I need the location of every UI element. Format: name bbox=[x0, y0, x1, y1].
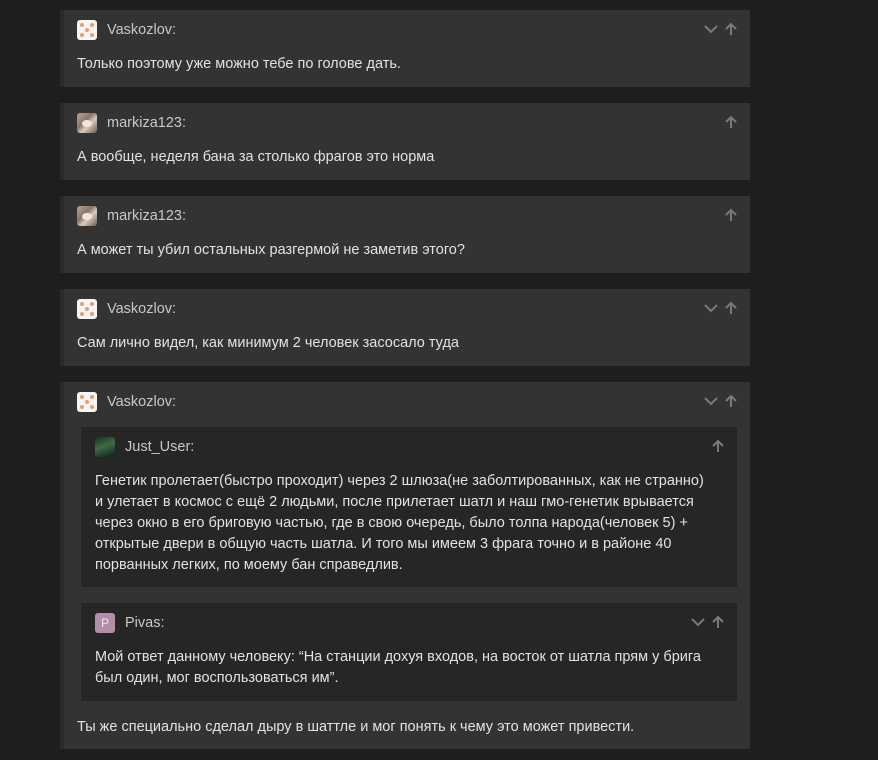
arrow-up-icon[interactable] bbox=[724, 301, 738, 315]
comment-actions bbox=[724, 115, 738, 129]
dots-avatar-icon[interactable] bbox=[77, 299, 97, 319]
dots-avatar-icon[interactable] bbox=[77, 20, 97, 40]
chevron-down-icon[interactable] bbox=[704, 394, 718, 408]
chevron-down-icon[interactable] bbox=[704, 22, 718, 36]
arrow-up-icon[interactable] bbox=[724, 115, 738, 129]
cat-avatar-icon[interactable] bbox=[77, 113, 97, 133]
comment-actions bbox=[704, 22, 738, 36]
comment-header: markiza123: bbox=[77, 113, 186, 133]
comment-actions bbox=[691, 615, 725, 629]
comment: markiza123: А вообще, неделя бана за сто… bbox=[60, 103, 750, 180]
comment-text: Мой ответ данному человеку: “На станции … bbox=[95, 647, 731, 689]
comment-header: Vaskozlov: bbox=[77, 20, 176, 40]
user-avatar-icon[interactable] bbox=[95, 437, 115, 457]
comment-author[interactable]: Pivas: bbox=[125, 615, 165, 631]
comment-actions bbox=[711, 439, 725, 453]
text-line: порванных легких, по моему бан справедли… bbox=[95, 557, 403, 573]
comment-header: markiza123: bbox=[77, 206, 186, 226]
cat-avatar-icon[interactable] bbox=[77, 206, 97, 226]
comment-text: Только поэтому уже можно тебе по голове … bbox=[77, 56, 401, 72]
comment-author[interactable]: markiza123: bbox=[107, 208, 186, 224]
comment-header: Vaskozlov: bbox=[77, 299, 176, 319]
arrow-up-icon[interactable] bbox=[711, 615, 725, 629]
comment: Vaskozlov: Сам лично видел, как минимум … bbox=[60, 289, 750, 366]
dots-avatar-icon[interactable] bbox=[77, 392, 97, 412]
comment-actions bbox=[704, 301, 738, 315]
comment-author[interactable]: Vaskozlov: bbox=[107, 394, 176, 410]
comment-author[interactable]: Just_User: bbox=[125, 439, 194, 455]
comment-text: Сам лично видел, как минимум 2 человек з… bbox=[77, 335, 459, 351]
text-line: и улетает в космос с ещё 2 людьми, после… bbox=[95, 494, 694, 510]
comment-author[interactable]: Vaskozlov: bbox=[107, 22, 176, 38]
arrow-up-icon[interactable] bbox=[711, 439, 725, 453]
text-line: Генетик пролетает(быстро проходит) через… bbox=[95, 473, 704, 489]
comment: Vaskozlov: Just_User: Генетик пролетает(… bbox=[60, 382, 750, 749]
comment-text: А вообще, неделя бана за столько фрагов … bbox=[77, 149, 435, 165]
arrow-up-icon[interactable] bbox=[724, 394, 738, 408]
comment-actions bbox=[724, 208, 738, 222]
comment-text: Генетик пролетает(быстро проходит) через… bbox=[95, 471, 731, 576]
text-line: Мой ответ данному человеку: “На станции … bbox=[95, 649, 701, 665]
text-line: был один, мог воспользоваться им”. bbox=[95, 670, 339, 686]
letter-avatar-icon[interactable]: P bbox=[95, 613, 115, 633]
comment-author[interactable]: Vaskozlov: bbox=[107, 301, 176, 317]
comment-actions bbox=[704, 394, 738, 408]
quoted-comment: P Pivas: Мой ответ данному человеку: “На… bbox=[81, 603, 737, 701]
comment-header: Vaskozlov: bbox=[77, 392, 176, 412]
comment-author[interactable]: markiza123: bbox=[107, 115, 186, 131]
comment-text: А может ты убил остальных разгермой не з… bbox=[77, 242, 465, 258]
quoted-comment: Just_User: Генетик пролетает(быстро прох… bbox=[81, 427, 737, 587]
comment-text: Ты же специально сделал дыру в шаттле и … bbox=[77, 719, 635, 735]
text-line: через окно в его бриговую частью, где в … bbox=[95, 515, 688, 531]
arrow-up-icon[interactable] bbox=[724, 22, 738, 36]
text-line: открытые двери в общую часть шатла. И то… bbox=[95, 536, 672, 552]
chevron-down-icon[interactable] bbox=[704, 301, 718, 315]
chevron-down-icon[interactable] bbox=[691, 615, 705, 629]
comment-header: P Pivas: bbox=[95, 613, 165, 633]
comment: markiza123: А может ты убил остальных ра… bbox=[60, 196, 750, 273]
comment: Vaskozlov: Только поэтому уже можно тебе… bbox=[60, 10, 750, 87]
comment-header: Just_User: bbox=[95, 437, 194, 457]
arrow-up-icon[interactable] bbox=[724, 208, 738, 222]
